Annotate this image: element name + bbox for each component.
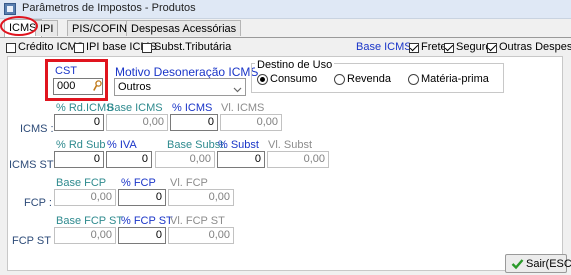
fcp-st-vl-field: 0,00	[168, 227, 234, 244]
icms-rd-value: 0	[93, 116, 100, 128]
icms-st-base-field: 0,00	[155, 151, 215, 168]
icms-st-pct-value: 0	[254, 153, 261, 165]
credito-icms-checkbox[interactable]	[6, 43, 16, 53]
window-title: Parâmetros de Impostos - Produtos	[22, 2, 196, 14]
subst-tributaria-checkbox[interactable]	[142, 43, 152, 53]
icms-st-rd-input[interactable]: 0	[54, 151, 104, 168]
tab-ipi[interactable]: IPI	[35, 20, 59, 36]
icms-st-rd-label: % Rd Sub	[56, 139, 106, 151]
icms-vl-label: Vl. ICMS	[221, 102, 265, 114]
materia-prima-label: Matéria-prima	[421, 73, 489, 85]
fcp-st-row-label: FCP ST :	[12, 235, 57, 247]
tab-despesas-acessorias[interactable]: Despesas Acessórias	[126, 20, 242, 36]
outras-despesas-label: Outras Despesas	[499, 41, 571, 53]
ipi-base-icms-checkbox[interactable]	[74, 43, 84, 53]
fcp-st-base-field: 0,00	[54, 227, 116, 244]
checkmark-icon	[511, 258, 524, 270]
icms-st-iva-value: 0	[141, 153, 148, 165]
fcp-row-label: FCP :	[24, 197, 52, 209]
fcp-st-base-value: 0,00	[90, 229, 112, 241]
tab-highlight-ellipse	[0, 16, 38, 36]
consumo-radio[interactable]	[257, 74, 268, 85]
icms-st-base-value: 0,00	[189, 153, 211, 165]
seguro-checkbox[interactable]	[444, 43, 454, 53]
icms-base-value: 0,00	[142, 116, 164, 128]
fcp-st-pct-input[interactable]: 0	[118, 227, 166, 244]
icms-vl-value: 0,00	[256, 116, 278, 128]
destino-legend: Destino de Uso	[255, 59, 335, 71]
icms-vl-field: 0,00	[220, 114, 282, 131]
subst-tributaria-label: Subst.Tributária	[154, 41, 232, 53]
icms-pct-value: 0	[207, 116, 214, 128]
icms-st-vl-label: Vl. Subst	[268, 139, 313, 151]
icms-st-pct-label: % Subst	[218, 139, 259, 151]
fcp-vl-label: Vl. FCP	[170, 177, 208, 189]
frete-label: Frete	[421, 41, 447, 53]
fcp-st-vl-label: Vl. FCP ST	[170, 215, 225, 227]
icms-st-row-label: ICMS ST :	[9, 159, 60, 171]
chevron-down-icon[interactable]	[233, 84, 242, 93]
fcp-st-pct-label: % FCP ST	[121, 215, 173, 227]
motivo-select[interactable]: Outros	[114, 78, 246, 96]
consumo-label: Consumo	[270, 73, 318, 85]
fcp-st-pct-value: 0	[155, 229, 162, 241]
icms-base-field: 0,00	[106, 114, 168, 131]
revenda-label: Revenda	[347, 73, 392, 85]
revenda-radio[interactable]	[334, 74, 345, 85]
fcp-vl-field: 0,00	[168, 189, 234, 206]
fcp-pct-input[interactable]: 0	[118, 189, 166, 206]
icms-st-iva-label: % IVA	[107, 139, 137, 151]
cst-highlight-rect	[45, 59, 108, 101]
icms-base-label: Base ICMS	[107, 102, 163, 114]
fcp-pct-label: % FCP	[121, 177, 156, 189]
icms-pct-input[interactable]: 0	[170, 114, 218, 131]
materia-prima-radio[interactable]	[408, 74, 419, 85]
outras-despesas-checkbox[interactable]	[487, 43, 497, 53]
fcp-vl-value: 0,00	[208, 191, 230, 203]
icms-st-iva-input[interactable]: 0	[106, 151, 152, 168]
icms-row-label: ICMS :	[20, 123, 54, 135]
motivo-label: Motivo Desoneração ICMS	[115, 65, 259, 79]
fcp-st-vl-value: 0,00	[208, 229, 230, 241]
fcp-st-base-label: Base FCP ST	[56, 215, 124, 227]
icms-st-rd-value: 0	[93, 153, 100, 165]
fcp-base-field: 0,00	[54, 189, 116, 206]
exit-button[interactable]: Sair(ESC)	[505, 254, 571, 273]
exit-button-label: Sair(ESC)	[526, 258, 571, 270]
fcp-base-label: Base FCP	[56, 177, 107, 189]
icms-st-vl-field: 0,00	[267, 151, 329, 168]
icms-rd-input[interactable]: 0	[54, 114, 104, 131]
frete-checkbox[interactable]	[409, 43, 419, 53]
app-icon	[4, 3, 16, 15]
icms-rd-label: % Rd.ICMS	[56, 102, 114, 114]
fcp-base-value: 0,00	[90, 191, 112, 203]
icms-pct-label: % ICMS	[172, 102, 213, 114]
motivo-value: Outros	[118, 81, 152, 93]
icms-st-vl-value: 0,00	[303, 153, 325, 165]
fcp-pct-value: 0	[155, 191, 162, 203]
icms-st-pct-input[interactable]: 0	[217, 151, 265, 168]
